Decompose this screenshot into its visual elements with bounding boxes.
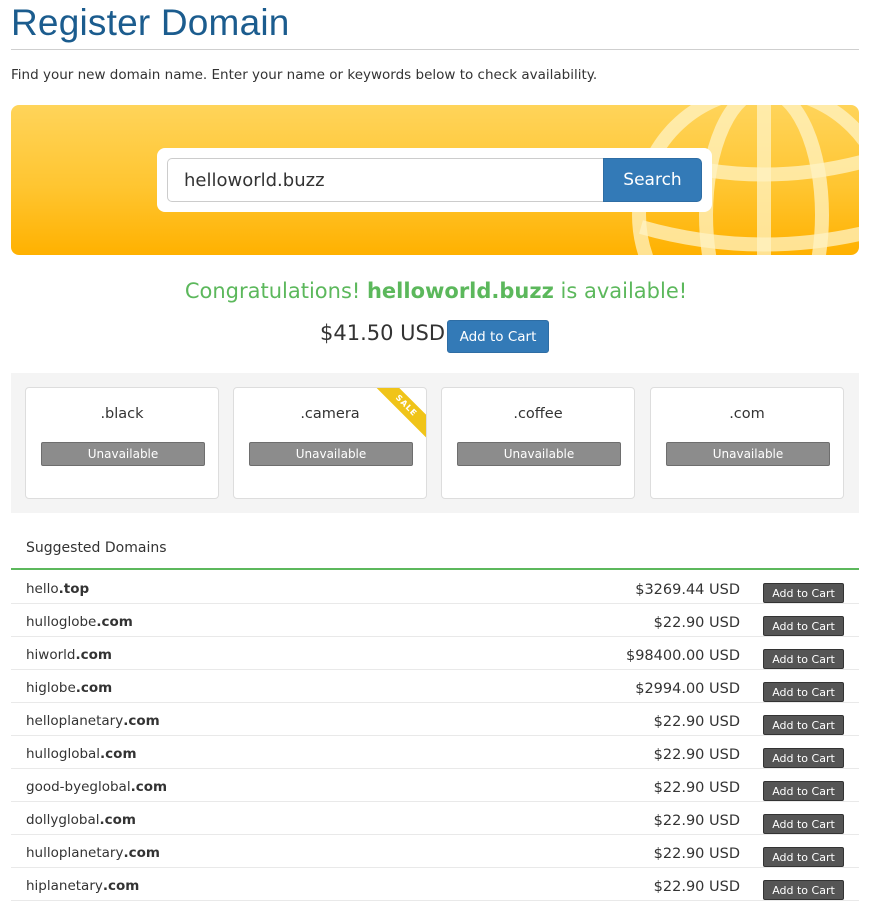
suggested-add-to-cart-button[interactable]: Add to Cart [763, 583, 844, 603]
tld-card-com: .com Unavailable [650, 387, 844, 499]
domain-sld: higlobe [26, 680, 76, 696]
suggested-price: $3269.44 USD [635, 582, 740, 598]
suggested-price: $22.90 USD [653, 780, 740, 796]
availability-suffix: is available! [553, 279, 688, 303]
title-divider [11, 49, 859, 50]
add-to-cart-button[interactable]: Add to Cart [447, 320, 549, 353]
domain-sld: dollyglobal [26, 812, 100, 828]
tld-unavailable-button[interactable]: Unavailable [457, 442, 621, 466]
suggested-domain: hiplanetary.com [26, 878, 139, 894]
table-row: good-byeglobal.com $22.90 USD Add to Car… [11, 769, 859, 802]
suggested-add-to-cart-button[interactable]: Add to Cart [763, 847, 844, 867]
domain-sld: hulloplanetary [26, 845, 124, 861]
page-title: Register Domain [11, 2, 290, 43]
domain-sld: hiplanetary [26, 878, 103, 894]
domain-tld: .com [100, 746, 137, 762]
suggested-price: $98400.00 USD [625, 648, 740, 664]
domain-tld: .com [123, 713, 160, 729]
domain-sld: helloplanetary [26, 713, 124, 729]
domain-sld: good-byeglobal [26, 779, 131, 795]
search-button[interactable]: Search [603, 158, 702, 202]
suggested-domain: hello.top [26, 581, 89, 597]
domain-tld: .top [58, 581, 90, 597]
suggested-domain: good-byeglobal.com [26, 779, 167, 795]
domain-sld: hulloglobe [26, 614, 97, 630]
suggested-domain: higlobe.com [26, 680, 112, 696]
suggested-domain: hulloplanetary.com [26, 845, 160, 861]
tld-card-coffee: .coffee Unavailable [441, 387, 635, 499]
suggested-price: $22.90 USD [653, 747, 740, 763]
table-row: hiworld.com $98400.00 USD Add to Cart [11, 637, 859, 670]
suggested-price: $22.90 USD [653, 813, 740, 829]
tld-name: .coffee [513, 406, 563, 422]
suggested-add-to-cart-button[interactable]: Add to Cart [763, 814, 844, 834]
suggested-price: $2994.00 USD [635, 681, 740, 697]
availability-prefix: Congratulations! [184, 279, 367, 303]
table-row: hulloglobe.com $22.90 USD Add to Cart [11, 604, 859, 637]
domain-tld: .com [102, 878, 140, 894]
domain-search-input[interactable] [167, 158, 605, 202]
tld-name: .black [100, 406, 144, 422]
domain-tld: .com [130, 779, 168, 795]
suggested-domains-heading: Suggested Domains [26, 540, 167, 556]
table-row: hello.top $3269.44 USD Add to Cart [11, 571, 859, 604]
tld-name: .com [729, 406, 765, 422]
suggested-add-to-cart-button[interactable]: Add to Cart [763, 715, 844, 735]
suggested-domain: hiworld.com [26, 647, 112, 663]
table-row: helloplanetary.com $22.90 USD Add to Car… [11, 703, 859, 736]
tld-card-black: .black Unavailable [25, 387, 219, 499]
suggested-add-to-cart-button[interactable]: Add to Cart [763, 682, 844, 702]
domain-sld: hello [26, 581, 59, 597]
suggested-domain: hulloglobal.com [26, 746, 137, 762]
suggested-domain: hulloglobe.com [26, 614, 133, 630]
suggested-add-to-cart-button[interactable]: Add to Cart [763, 616, 844, 636]
available-domain: helloworld.buzz [366, 279, 554, 303]
suggested-add-to-cart-button[interactable]: Add to Cart [763, 748, 844, 768]
suggested-price: $22.90 USD [653, 879, 740, 895]
suggested-price: $22.90 USD [653, 615, 740, 631]
table-row: hiplanetary.com $22.90 USD Add to Cart [11, 868, 859, 901]
domain-tld: .com [99, 812, 136, 828]
domain-sld: hiworld [26, 647, 76, 663]
suggested-domain: helloplanetary.com [26, 713, 160, 729]
table-row: higlobe.com $2994.00 USD Add to Cart [11, 670, 859, 703]
tld-unavailable-button[interactable]: Unavailable [666, 442, 830, 466]
domain-tld: .com [75, 680, 113, 696]
suggested-price: $22.90 USD [653, 714, 740, 730]
suggested-add-to-cart-button[interactable]: Add to Cart [763, 781, 844, 801]
table-row: hulloglobal.com $22.90 USD Add to Cart [11, 736, 859, 769]
domain-tld: .com [96, 614, 133, 630]
suggested-price: $22.90 USD [653, 846, 740, 862]
suggested-add-to-cart-button[interactable]: Add to Cart [763, 880, 844, 900]
domain-tld: .com [75, 647, 112, 663]
domain-price: $41.50 USD [320, 321, 446, 345]
suggested-divider [11, 568, 859, 570]
tld-unavailable-button[interactable]: Unavailable [41, 442, 205, 466]
tld-card-camera: .camera Unavailable SALE [233, 387, 427, 499]
suggested-domain: dollyglobal.com [26, 812, 136, 828]
table-row: dollyglobal.com $22.90 USD Add to Cart [11, 802, 859, 835]
domain-sld: hulloglobal [26, 746, 101, 762]
table-row: hulloplanetary.com $22.90 USD Add to Car… [11, 835, 859, 868]
domain-tld: .com [123, 845, 160, 861]
tld-unavailable-button[interactable]: Unavailable [249, 442, 413, 466]
page-intro: Find your new domain name. Enter your na… [11, 67, 598, 83]
availability-message: Congratulations! helloworld.buzz is avai… [0, 279, 872, 303]
suggested-add-to-cart-button[interactable]: Add to Cart [763, 649, 844, 669]
